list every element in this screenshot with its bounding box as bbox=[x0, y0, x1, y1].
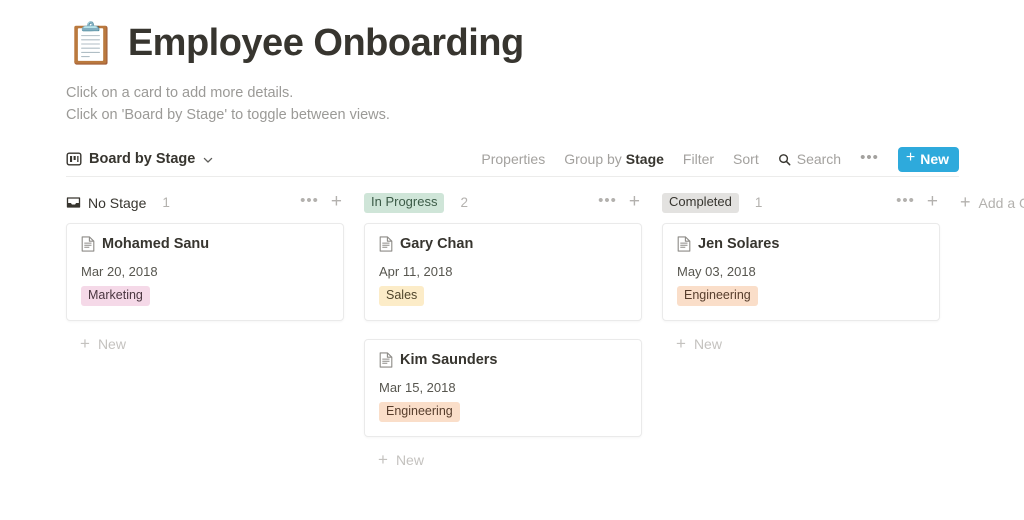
search-icon bbox=[778, 153, 791, 166]
card-title-row: Jen Solares bbox=[677, 236, 925, 252]
card-title-row: Kim Saunders bbox=[379, 352, 627, 368]
subtitle-line-2: Click on 'Board by Stage' to toggle betw… bbox=[66, 107, 390, 124]
column-more-button[interactable]: ••• bbox=[300, 193, 319, 213]
column-header: No Stage 1 ••• + bbox=[66, 189, 344, 217]
card-date: Mar 20, 2018 bbox=[81, 263, 158, 279]
plus-icon: + bbox=[905, 149, 916, 167]
group-by-prefix: Group by bbox=[564, 151, 622, 168]
page-icon bbox=[81, 235, 95, 252]
column-header: In Progress 2 ••• + bbox=[364, 189, 642, 217]
card-tag: Marketing bbox=[81, 285, 150, 306]
column-new-label: New bbox=[693, 336, 722, 353]
filter-button[interactable]: Filter bbox=[683, 151, 714, 167]
page-icon bbox=[677, 235, 691, 252]
column-header: Completed 1 ••• + bbox=[662, 189, 940, 217]
card-tag: Engineering bbox=[677, 285, 758, 306]
card[interactable]: Gary Chan Apr 11, 2018 Sales bbox=[364, 222, 642, 321]
column-add-card-button[interactable]: + bbox=[927, 192, 938, 214]
card-date: Mar 15, 2018 bbox=[379, 379, 456, 395]
plus-icon: + bbox=[676, 333, 686, 353]
column-actions: ••• + bbox=[300, 192, 342, 214]
board-page: 📋 Employee Onboarding Click on a card to… bbox=[0, 0, 1024, 520]
board-column-no-stage: No Stage 1 ••• + Mohamed Sanu Mar 20, 20… bbox=[66, 189, 344, 354]
title-row: 📋 Employee Onboarding bbox=[66, 22, 1024, 66]
card-title: Kim Saunders bbox=[400, 351, 498, 368]
toolbar-more-button[interactable]: ••• bbox=[860, 150, 879, 169]
card[interactable]: Mohamed Sanu Mar 20, 2018 Marketing bbox=[66, 222, 344, 321]
column-count: 1 bbox=[754, 195, 763, 211]
page-subtitle: Click on a card to add more details. Cli… bbox=[66, 82, 1024, 127]
column-cards: Mohamed Sanu Mar 20, 2018 Marketing bbox=[66, 222, 344, 321]
board-column-in-progress: In Progress 2 ••• + Gary Chan Apr 11, 20… bbox=[364, 189, 642, 470]
column-count: 2 bbox=[460, 195, 468, 211]
column-actions: ••• + bbox=[598, 192, 640, 214]
search-label: Search bbox=[796, 151, 842, 168]
column-add-card-button[interactable]: + bbox=[331, 192, 342, 214]
column-name: No Stage bbox=[88, 194, 147, 211]
board-columns: No Stage 1 ••• + Mohamed Sanu Mar 20, 20… bbox=[66, 189, 1024, 470]
new-button-label: New bbox=[920, 151, 949, 168]
page-header: 📋 Employee Onboarding Click on a card to… bbox=[0, 0, 1024, 127]
column-name: Completed bbox=[662, 192, 739, 213]
chevron-down-icon bbox=[202, 153, 214, 165]
card[interactable]: Jen Solares May 03, 2018 Engineering bbox=[662, 222, 940, 321]
column-new-button[interactable]: + New bbox=[662, 333, 940, 354]
plus-icon: + bbox=[960, 191, 971, 212]
column-count: 1 bbox=[162, 195, 170, 211]
board-icon bbox=[66, 151, 82, 167]
add-group-label: Add a Group bbox=[978, 194, 1024, 211]
card[interactable]: Kim Saunders Mar 15, 2018 Engineering bbox=[364, 338, 642, 437]
plus-icon: + bbox=[80, 333, 90, 353]
card-tag: Sales bbox=[379, 285, 425, 306]
view-toolbar: Board by Stage Properties Group by Stage… bbox=[66, 143, 959, 177]
sort-button[interactable]: Sort bbox=[733, 151, 759, 167]
new-button[interactable]: + New bbox=[897, 146, 959, 172]
group-by-button[interactable]: Group by Stage bbox=[564, 151, 664, 167]
properties-button[interactable]: Properties bbox=[481, 151, 545, 167]
card-tag: Engineering bbox=[379, 401, 460, 422]
column-title-wrap[interactable]: Completed 1 bbox=[662, 192, 896, 213]
card-title-row: Mohamed Sanu bbox=[81, 236, 329, 252]
page-title: Employee Onboarding bbox=[127, 22, 524, 64]
column-cards: Gary Chan Apr 11, 2018 Sales Kim Saunder… bbox=[364, 222, 642, 437]
card-title-row: Gary Chan bbox=[379, 236, 627, 252]
page-icon bbox=[379, 351, 393, 368]
card-title: Gary Chan bbox=[400, 235, 474, 252]
card-date: Apr 11, 2018 bbox=[379, 263, 453, 279]
inbox-icon bbox=[66, 195, 81, 210]
card-title: Mohamed Sanu bbox=[102, 235, 210, 252]
page-icon bbox=[379, 235, 393, 252]
subtitle-line-1: Click on a card to add more details. bbox=[66, 84, 294, 101]
card-date: May 03, 2018 bbox=[677, 263, 756, 279]
board-column-completed: Completed 1 ••• + Jen Solares May 03, 20… bbox=[662, 189, 940, 354]
view-switcher[interactable]: Board by Stage bbox=[66, 151, 214, 167]
column-title-wrap[interactable]: No Stage 1 bbox=[66, 195, 300, 211]
column-name: In Progress bbox=[364, 192, 445, 213]
column-add-card-button[interactable]: + bbox=[629, 192, 640, 214]
column-cards: Jen Solares May 03, 2018 Engineering bbox=[662, 222, 940, 321]
column-title-wrap[interactable]: In Progress 2 bbox=[364, 192, 598, 213]
column-new-label: New bbox=[97, 336, 126, 353]
plus-icon: + bbox=[378, 449, 388, 469]
column-more-button[interactable]: ••• bbox=[598, 193, 617, 213]
column-new-label: New bbox=[395, 452, 424, 469]
search-button[interactable]: Search bbox=[778, 151, 841, 167]
card-title: Jen Solares bbox=[698, 235, 780, 252]
add-group-button[interactable]: + Add a Group bbox=[960, 189, 1024, 217]
column-more-button[interactable]: ••• bbox=[896, 193, 915, 213]
view-name-label: Board by Stage bbox=[89, 151, 196, 168]
toolbar-actions: Properties Group by Stage Filter Sort Se… bbox=[481, 146, 959, 172]
column-new-button[interactable]: + New bbox=[66, 333, 344, 354]
column-actions: ••• + bbox=[896, 192, 938, 214]
column-new-button[interactable]: + New bbox=[364, 449, 642, 470]
group-by-value: Stage bbox=[625, 151, 664, 168]
clipboard-icon: 📋 bbox=[66, 21, 116, 66]
